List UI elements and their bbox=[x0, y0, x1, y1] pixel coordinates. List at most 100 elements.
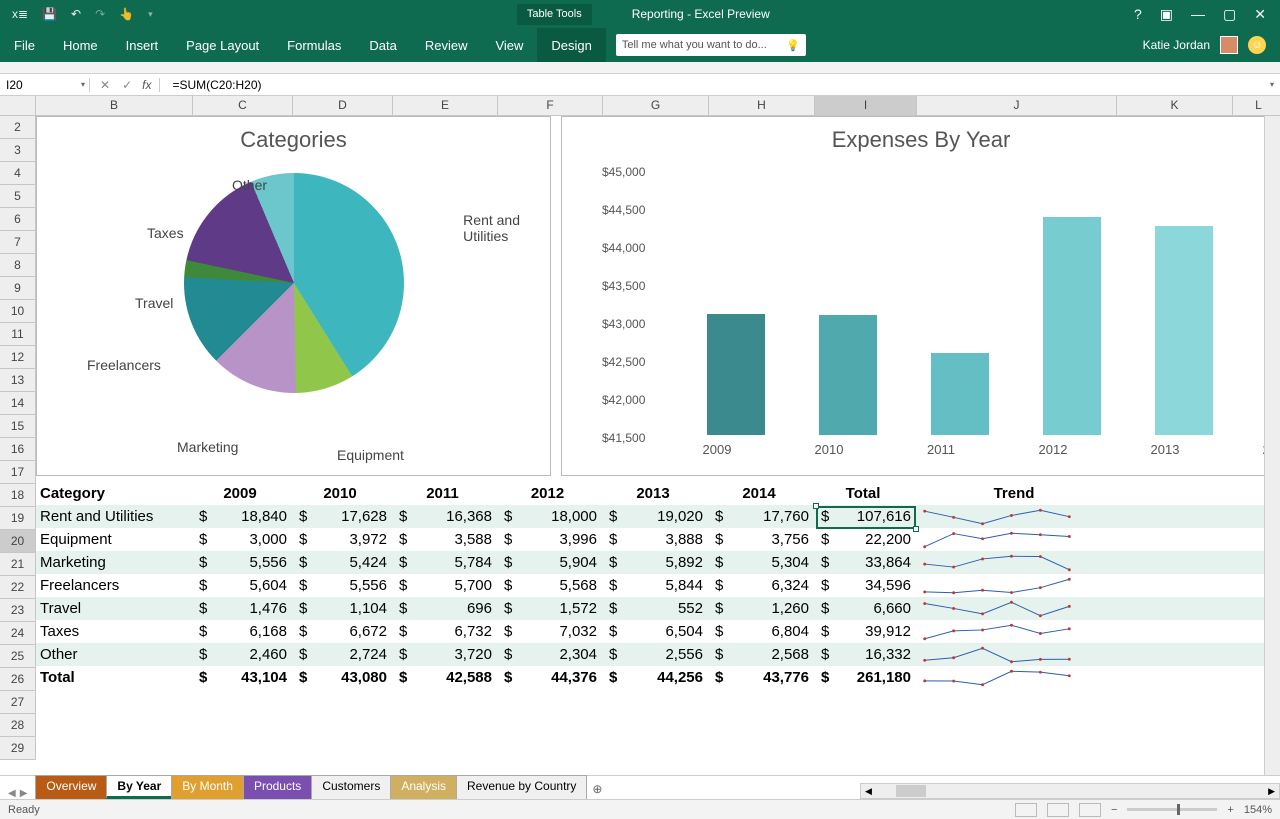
row-header-13[interactable]: 13 bbox=[0, 369, 36, 392]
row-header-27[interactable]: 27 bbox=[0, 691, 36, 714]
close-icon[interactable]: ✕ bbox=[1254, 6, 1266, 23]
zoom-slider[interactable] bbox=[1127, 808, 1217, 811]
table-row[interactable]: Travel$1,476$1,104$696$1,572$552$1,260$6… bbox=[36, 597, 1280, 620]
expense-table[interactable]: Category200920102011201220132014TotalTre… bbox=[36, 482, 1280, 735]
row-header-4[interactable]: 4 bbox=[0, 162, 36, 185]
table-row[interactable]: Other$2,460$2,724$3,720$2,304$2,556$2,56… bbox=[36, 643, 1280, 666]
row-header-19[interactable]: 19 bbox=[0, 507, 36, 530]
undo-icon[interactable]: ↶ bbox=[71, 7, 81, 21]
sheet-tab-analysis[interactable]: Analysis bbox=[390, 775, 457, 799]
select-all-corner[interactable] bbox=[0, 96, 36, 116]
row-header-11[interactable]: 11 bbox=[0, 323, 36, 346]
ribbon-tab-formulas[interactable]: Formulas bbox=[273, 28, 355, 62]
col-header-I[interactable]: I bbox=[815, 96, 917, 116]
row-header-23[interactable]: 23 bbox=[0, 599, 36, 622]
row-header-25[interactable]: 25 bbox=[0, 645, 36, 668]
ribbon-display-icon[interactable]: ▣ bbox=[1160, 6, 1173, 23]
enter-formula-icon[interactable]: ✓ bbox=[122, 78, 132, 92]
ribbon-tab-data[interactable]: Data bbox=[355, 28, 410, 62]
zoom-out-icon[interactable]: − bbox=[1111, 804, 1117, 816]
sheet-tab-products[interactable]: Products bbox=[243, 775, 312, 799]
col-header-G[interactable]: G bbox=[603, 96, 709, 116]
touch-mode-icon[interactable]: 👆 bbox=[119, 7, 134, 21]
table-total-row[interactable]: Total$43,104$43,080$42,588$44,376$44,256… bbox=[36, 666, 1280, 689]
row-header-8[interactable]: 8 bbox=[0, 254, 36, 277]
row-header-3[interactable]: 3 bbox=[0, 139, 36, 162]
row-header-5[interactable]: 5 bbox=[0, 185, 36, 208]
table-row[interactable]: Freelancers$5,604$5,556$5,700$5,568$5,84… bbox=[36, 574, 1280, 597]
row-header-14[interactable]: 14 bbox=[0, 392, 36, 415]
pie-chart[interactable]: Categories Rent andUtilities Other Taxes… bbox=[36, 116, 551, 476]
row-header-21[interactable]: 21 bbox=[0, 553, 36, 576]
col-header-K[interactable]: K bbox=[1117, 96, 1233, 116]
sheet-tab-customers[interactable]: Customers bbox=[311, 775, 391, 799]
col-header-L[interactable]: L bbox=[1233, 96, 1280, 116]
row-header-29[interactable]: 29 bbox=[0, 737, 36, 760]
tab-nav-arrows[interactable]: ◀▶ bbox=[0, 788, 35, 799]
horizontal-scrollbar[interactable]: ◀▶ bbox=[860, 783, 1280, 799]
sheet-tab-by-month[interactable]: By Month bbox=[171, 775, 244, 799]
table-header-row[interactable]: Category200920102011201220132014TotalTre… bbox=[36, 482, 1280, 505]
row-header-16[interactable]: 16 bbox=[0, 438, 36, 461]
sheet-tab-overview[interactable]: Overview bbox=[35, 775, 107, 799]
page-layout-view-icon[interactable] bbox=[1047, 803, 1069, 817]
ribbon-tab-page-layout[interactable]: Page Layout bbox=[172, 28, 273, 62]
table-row[interactable]: Marketing$5,556$5,424$5,784$5,904$5,892$… bbox=[36, 551, 1280, 574]
col-header-C[interactable]: C bbox=[193, 96, 293, 116]
page-break-view-icon[interactable] bbox=[1079, 803, 1101, 817]
row-header-9[interactable]: 9 bbox=[0, 277, 36, 300]
row-header-20[interactable]: 20 bbox=[0, 530, 36, 553]
sheet-tab-by-year[interactable]: By Year bbox=[106, 775, 172, 799]
qat-customize-icon[interactable]: ▾ bbox=[148, 9, 153, 20]
minimize-icon[interactable]: — bbox=[1191, 6, 1205, 23]
sel-handle-tl[interactable] bbox=[813, 503, 819, 509]
row-header-12[interactable]: 12 bbox=[0, 346, 36, 369]
ribbon-tab-file[interactable]: File bbox=[0, 28, 49, 62]
new-sheet-button[interactable]: ⊕ bbox=[586, 779, 608, 799]
fx-icon[interactable]: fx bbox=[142, 78, 160, 92]
ribbon-tab-insert[interactable]: Insert bbox=[112, 28, 173, 62]
sel-handle-br[interactable] bbox=[913, 526, 919, 532]
row-header-22[interactable]: 22 bbox=[0, 576, 36, 599]
col-header-H[interactable]: H bbox=[709, 96, 815, 116]
table-row[interactable]: Rent and Utilities$18,840$17,628$16,368$… bbox=[36, 505, 1280, 528]
vertical-scrollbar[interactable] bbox=[1264, 116, 1280, 778]
ribbon-tab-review[interactable]: Review bbox=[411, 28, 482, 62]
redo-icon[interactable]: ↷ bbox=[95, 7, 105, 21]
feedback-smiley-icon[interactable]: ☺ bbox=[1248, 36, 1266, 54]
row-header-17[interactable]: 17 bbox=[0, 461, 36, 484]
user-name[interactable]: Katie Jordan bbox=[1143, 38, 1210, 52]
bar-chart[interactable]: Expenses By Year $45,000$44,500$44,000$4… bbox=[561, 116, 1280, 476]
save-icon[interactable]: 💾 bbox=[42, 7, 57, 21]
formula-expand-icon[interactable]: ▾ bbox=[1270, 80, 1280, 89]
maximize-icon[interactable]: ▢ bbox=[1223, 6, 1236, 23]
tell-me-search[interactable]: Tell me what you want to do... 💡 bbox=[616, 34, 806, 56]
zoom-level[interactable]: 154% bbox=[1244, 804, 1272, 816]
normal-view-icon[interactable] bbox=[1015, 803, 1037, 817]
col-header-D[interactable]: D bbox=[293, 96, 393, 116]
ribbon-tab-home[interactable]: Home bbox=[49, 28, 112, 62]
row-header-26[interactable]: 26 bbox=[0, 668, 36, 691]
user-avatar[interactable] bbox=[1220, 36, 1238, 54]
row-header-28[interactable]: 28 bbox=[0, 714, 36, 737]
col-header-J[interactable]: J bbox=[917, 96, 1117, 116]
row-header-2[interactable]: 2 bbox=[0, 116, 36, 139]
row-header-6[interactable]: 6 bbox=[0, 208, 36, 231]
table-row[interactable]: Taxes$6,168$6,672$6,732$7,032$6,504$6,80… bbox=[36, 620, 1280, 643]
formula-text[interactable]: =SUM(C20:H20) bbox=[168, 78, 265, 92]
cells-area[interactable]: Categories Rent andUtilities Other Taxes… bbox=[36, 116, 1280, 778]
name-box[interactable]: I20 bbox=[0, 78, 90, 92]
row-header-15[interactable]: 15 bbox=[0, 415, 36, 438]
help-icon[interactable]: ? bbox=[1134, 6, 1142, 23]
row-header-18[interactable]: 18 bbox=[0, 484, 36, 507]
sheet-tab-revenue-by-country[interactable]: Revenue by Country bbox=[456, 775, 587, 799]
row-header-7[interactable]: 7 bbox=[0, 231, 36, 254]
zoom-in-icon[interactable]: + bbox=[1227, 804, 1233, 816]
col-header-B[interactable]: B bbox=[36, 96, 193, 116]
ribbon-tab-design[interactable]: Design bbox=[537, 28, 605, 62]
row-header-24[interactable]: 24 bbox=[0, 622, 36, 645]
row-header-10[interactable]: 10 bbox=[0, 300, 36, 323]
table-row[interactable]: Equipment$3,000$3,972$3,588$3,996$3,888$… bbox=[36, 528, 1280, 551]
ribbon-tab-view[interactable]: View bbox=[481, 28, 537, 62]
cancel-formula-icon[interactable]: ✕ bbox=[100, 78, 110, 92]
